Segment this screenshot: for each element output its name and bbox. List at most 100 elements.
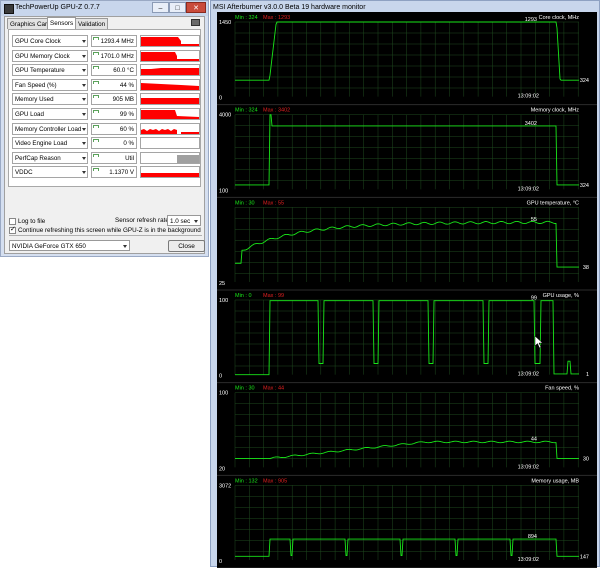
- sensor-label: Memory Controller Load: [15, 125, 82, 133]
- sensor-graph: [140, 35, 200, 47]
- sensor-label: PerfCap Reason: [15, 154, 61, 162]
- sensor-label-dropdown[interactable]: GPU Core Clock: [12, 35, 88, 47]
- chevron-down-icon: [82, 156, 86, 160]
- graph-time: 13:09:02: [518, 557, 539, 563]
- refresh-rate-select[interactable]: 1.0 sec: [167, 215, 201, 226]
- sensor-label: GPU Memory Clock: [15, 52, 70, 60]
- graph-line: [235, 440, 579, 460]
- sensor-label-dropdown[interactable]: Fan Speed (%): [12, 78, 88, 91]
- min-max-indicator-icon: [93, 80, 99, 84]
- maximize-icon: □: [175, 5, 180, 12]
- sensor-value: 905 MB: [91, 93, 137, 106]
- graph-max-label: Max : 1293: [263, 15, 290, 21]
- continue-refresh-checkbox[interactable]: Continue refreshing this screen while GP…: [9, 225, 201, 235]
- graph-end-value: 1: [586, 372, 589, 378]
- graph-end-value: 324: [580, 78, 589, 84]
- close-button[interactable]: Close: [168, 240, 205, 252]
- refresh-rate-label: Sensor refresh rate:: [115, 217, 171, 224]
- sensor-label-dropdown[interactable]: Memory Controller Load: [12, 122, 88, 135]
- graph-name: GPU usage, %: [543, 293, 579, 299]
- chevron-down-icon: [82, 142, 86, 146]
- sensor-value: 1293.4 MHz: [91, 35, 137, 47]
- sensor-label-dropdown[interactable]: GPU Temperature: [12, 64, 88, 77]
- graph-ymax: 4000: [219, 113, 231, 119]
- close-window-button[interactable]: ✕: [186, 2, 206, 13]
- minimize-button[interactable]: –: [152, 2, 169, 13]
- sensor-row: Video Engine Load 0 %: [12, 137, 200, 150]
- min-max-indicator-icon: [93, 168, 99, 172]
- sensor-sparkline: [141, 37, 199, 46]
- graph-name: GPU temperature, °C: [527, 200, 579, 206]
- sensor-graph: [140, 78, 200, 91]
- min-max-indicator-icon: [93, 153, 99, 157]
- graph-min-label: Min : 30: [235, 200, 255, 206]
- sensor-label-dropdown[interactable]: GPU Load: [12, 108, 88, 120]
- graph-max-label: Max : 3402: [263, 108, 290, 114]
- sensor-label-dropdown[interactable]: Video Engine Load: [12, 137, 88, 150]
- sensor-value: 1.1370 V: [91, 166, 137, 179]
- sensor-value-text: 1.1370 V: [109, 169, 134, 177]
- min-max-indicator-icon: [93, 51, 99, 55]
- refresh-rate-value: 1.0 sec: [170, 218, 191, 225]
- min-max-indicator-icon: [93, 66, 99, 70]
- graph-min-label: Min : 132: [235, 478, 258, 484]
- graph-min-label: Min : 324: [235, 108, 258, 114]
- sensor-value-text: 1701.0 MHz: [100, 52, 134, 60]
- chevron-down-icon: [194, 220, 198, 223]
- afterburner-window-title: MSI Afterburner v3.0.0 Beta 19 hardware …: [213, 4, 366, 11]
- sensor-row: PerfCap Reason Util: [12, 151, 200, 165]
- graph-end-value: 324: [580, 183, 589, 189]
- sensor-label-dropdown[interactable]: Memory Used: [12, 93, 88, 106]
- close-icon: ✕: [193, 5, 199, 12]
- sensor-sparkline: [141, 82, 199, 90]
- tab-validation[interactable]: Validation: [75, 18, 109, 29]
- camera-icon[interactable]: [191, 19, 200, 26]
- continue-refresh-label: Continue refreshing this screen while GP…: [18, 227, 201, 234]
- graph-current-value: 3402: [525, 121, 537, 127]
- sparkline-fill: [141, 82, 199, 90]
- graph-line: [235, 220, 579, 268]
- graph-end-value: 38: [583, 265, 589, 271]
- sensor-label-dropdown[interactable]: GPU Memory Clock: [12, 49, 88, 62]
- graph-ymax: 1450: [219, 20, 231, 26]
- sensor-value-text: 44 %: [119, 81, 134, 89]
- minimize-icon: –: [158, 5, 163, 12]
- sensor-value: 0 %: [91, 137, 137, 150]
- min-max-indicator-icon: [93, 37, 99, 40]
- log-to-file-label: Log to file: [18, 218, 46, 225]
- sensor-row: GPU Memory Clock 1701.0 MHz: [12, 49, 200, 63]
- graph-ymin: 20: [219, 466, 225, 472]
- graph-max-label: Max : 99: [263, 293, 284, 299]
- sensor-graph: [140, 166, 200, 179]
- sparkline-fill: [141, 68, 199, 76]
- gpu-name: NVIDIA GeForce GTX 650: [12, 243, 86, 250]
- gpuz-title-bar[interactable]: TechPowerUp GPU-Z 0.7.7 – □ ✕: [1, 1, 208, 16]
- maximize-button[interactable]: □: [169, 2, 186, 13]
- chevron-down-icon: [82, 54, 86, 58]
- graph-time: 13:09:02: [518, 372, 539, 378]
- sensor-value-text: 99 %: [119, 111, 134, 118]
- sensor-label-dropdown[interactable]: PerfCap Reason: [12, 151, 88, 164]
- graph-end-value: 147: [580, 554, 589, 560]
- sensor-sparkline: [141, 138, 199, 148]
- graph-time: 13:09:02: [518, 94, 539, 100]
- sensor-row: Fan Speed (%) 44 %: [12, 78, 200, 92]
- sensor-value-text: 60.0 °C: [113, 67, 134, 75]
- monitor-graph-area[interactable]: Min : 324 Max : 1293 Core clock, MHz 1450 0 1…: [217, 12, 597, 568]
- min-max-indicator-icon: [93, 95, 99, 99]
- gpu-select[interactable]: NVIDIA GeForce GTX 650: [9, 240, 130, 251]
- sparkline-fill: [141, 51, 199, 61]
- graph-ymax: 3072: [219, 483, 231, 489]
- sensor-label-dropdown[interactable]: VDDC: [12, 166, 88, 179]
- gpuz-window: TechPowerUp GPU-Z 0.7.7 – □ ✕ Graphics C…: [0, 0, 209, 257]
- sensor-label: Fan Speed (%): [15, 81, 57, 89]
- sensor-sparkline: [141, 68, 199, 76]
- graph-min-label: Min : 324: [235, 15, 258, 21]
- sparkline-fill: [141, 173, 199, 178]
- sensor-value: 1701.0 MHz: [91, 49, 137, 62]
- sensor-value: 99 %: [91, 108, 137, 120]
- graph-ymin: 100: [219, 188, 228, 194]
- graph-current-value: 99: [531, 296, 537, 302]
- sensor-row: GPU Load 99 %: [12, 108, 200, 121]
- sensors-panel: GPU Core Clock 1293.4 MHz GPU Memory Clock…: [8, 29, 201, 187]
